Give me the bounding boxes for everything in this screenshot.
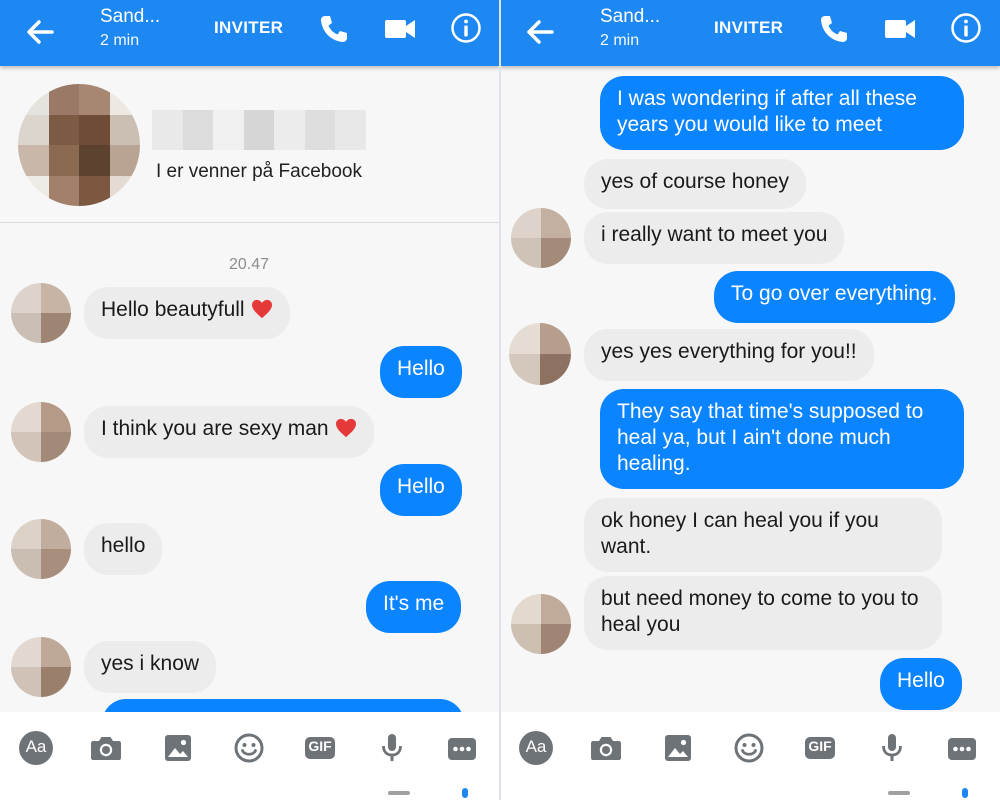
invite-button[interactable]: INVITER (714, 18, 783, 38)
back-arrow-icon[interactable] (522, 14, 558, 50)
message-text: yes i know (101, 652, 200, 675)
heart-emoji-icon (251, 299, 273, 319)
more-icon[interactable] (944, 730, 980, 766)
cropped-text-fragment (388, 791, 410, 795)
emoji-icon[interactable] (731, 730, 767, 766)
profile-card: I er venner på Facebook (0, 66, 500, 223)
back-arrow-icon[interactable] (22, 14, 58, 50)
invite-button[interactable]: INVITER (214, 18, 283, 38)
composer-bar: Aa GIF (0, 712, 500, 800)
message-text: yes yes everything for you!! (601, 340, 857, 363)
message-bubble-outgoing[interactable]: Hello (380, 464, 462, 516)
sender-avatar[interactable] (11, 402, 71, 462)
message-text: To go over everything. (731, 282, 938, 305)
message-bubble-outgoing[interactable]: Hello (380, 346, 462, 398)
message-text: hello (101, 534, 146, 557)
message-text: They say that time's supposed to heal ya… (617, 400, 924, 475)
cropped-text-fragment (888, 791, 910, 795)
chat-screen-left: Sand... 2 min INVITER I er venner på Fac… (0, 0, 500, 800)
message-bubble-outgoing[interactable]: To go over everything. (714, 271, 955, 323)
composer-bar: Aa GIF (500, 712, 1000, 800)
message-text: I was wondering if after all these years… (617, 87, 917, 136)
emoji-icon[interactable] (231, 730, 267, 766)
message-timestamp: 20.47 (229, 256, 270, 273)
message-text: Hello beautyfull (101, 298, 245, 321)
message-bubble-outgoing[interactable]: They say that time's supposed to heal ya… (600, 389, 964, 489)
message-bubble-incoming[interactable]: Hello beautyfull (84, 287, 290, 339)
message-text: i really want to meet you (601, 223, 828, 246)
active-status: 2 min (600, 32, 640, 49)
text-format-label: Aa (25, 737, 47, 756)
blurred-profile-name (152, 110, 367, 150)
message-bubble-incoming[interactable]: hello (84, 523, 163, 575)
message-bubble-outgoing[interactable]: Hello (880, 658, 962, 710)
profile-avatar[interactable] (18, 84, 140, 206)
friends-status-text: I er venner på Facebook (156, 161, 362, 182)
screen-divider (499, 0, 501, 800)
phone-icon[interactable] (318, 13, 350, 45)
microphone-icon[interactable] (874, 730, 910, 766)
message-bubble-incoming[interactable]: i really want to meet you (584, 212, 845, 264)
message-text: Hello (397, 475, 445, 498)
sender-avatar[interactable] (11, 283, 71, 343)
message-bubble-incoming[interactable]: I think you are sexy man (84, 406, 374, 458)
camera-icon[interactable] (88, 730, 124, 766)
cropped-send-fragment (962, 788, 968, 798)
message-text: It's me (383, 592, 445, 615)
info-icon[interactable] (450, 12, 482, 44)
text-format-label: Aa (525, 737, 547, 756)
message-bubble-outgoing[interactable]: I was wondering if after all these years… (600, 76, 964, 150)
message-text: yes of course honey (601, 170, 789, 193)
gif-label: GIF (308, 738, 332, 754)
message-text: Hello (397, 357, 445, 380)
sender-avatar[interactable] (11, 519, 71, 579)
message-bubble-outgoing-cropped[interactable] (102, 699, 464, 712)
chat-header: Sand... 2 min INVITER (0, 0, 500, 66)
image-icon[interactable] (660, 730, 696, 766)
phone-icon[interactable] (818, 13, 850, 45)
message-bubble-incoming[interactable]: yes of course honey (584, 159, 806, 209)
message-text: I think you are sexy man (101, 417, 329, 440)
video-camera-icon[interactable] (884, 15, 916, 43)
message-text: but need money to come to you to heal yo… (601, 587, 919, 636)
cropped-send-fragment (462, 788, 468, 798)
message-text: ok honey I can heal you if you want. (601, 509, 879, 558)
chat-header: Sand... 2 min INVITER (500, 0, 1000, 66)
message-bubble-outgoing[interactable]: It's me (366, 581, 462, 633)
message-bubble-incoming[interactable]: ok honey I can heal you if you want. (584, 498, 942, 572)
message-bubble-incoming[interactable]: yes i know (84, 641, 217, 693)
sender-avatar[interactable] (511, 208, 571, 268)
chat-screen-right: Sand... 2 min INVITER I was wondering if… (500, 0, 1000, 800)
video-camera-icon[interactable] (384, 15, 416, 43)
active-status: 2 min (100, 32, 140, 49)
message-text: Hello (897, 669, 945, 692)
conversation-area[interactable]: I er venner på Facebook 20.47 Hello beau… (0, 66, 500, 712)
contact-name[interactable]: Sand... (600, 6, 660, 28)
sender-avatar[interactable] (11, 637, 71, 697)
sender-avatar[interactable] (509, 323, 571, 385)
info-icon[interactable] (950, 12, 982, 44)
sender-avatar[interactable] (511, 594, 571, 654)
screenshot-composite: Sand... 2 min INVITER I er venner på Fac… (0, 0, 1000, 800)
camera-icon[interactable] (588, 730, 624, 766)
microphone-icon[interactable] (374, 730, 410, 766)
gif-label: GIF (808, 738, 832, 754)
more-icon[interactable] (444, 730, 480, 766)
message-bubble-incoming[interactable]: yes yes everything for you!! (584, 329, 874, 381)
heart-emoji-icon (335, 418, 357, 438)
contact-name[interactable]: Sand... (100, 6, 160, 28)
conversation-area[interactable]: I was wondering if after all these years… (500, 66, 1000, 712)
image-icon[interactable] (160, 730, 196, 766)
message-bubble-incoming[interactable]: but need money to come to you to heal yo… (584, 576, 942, 650)
